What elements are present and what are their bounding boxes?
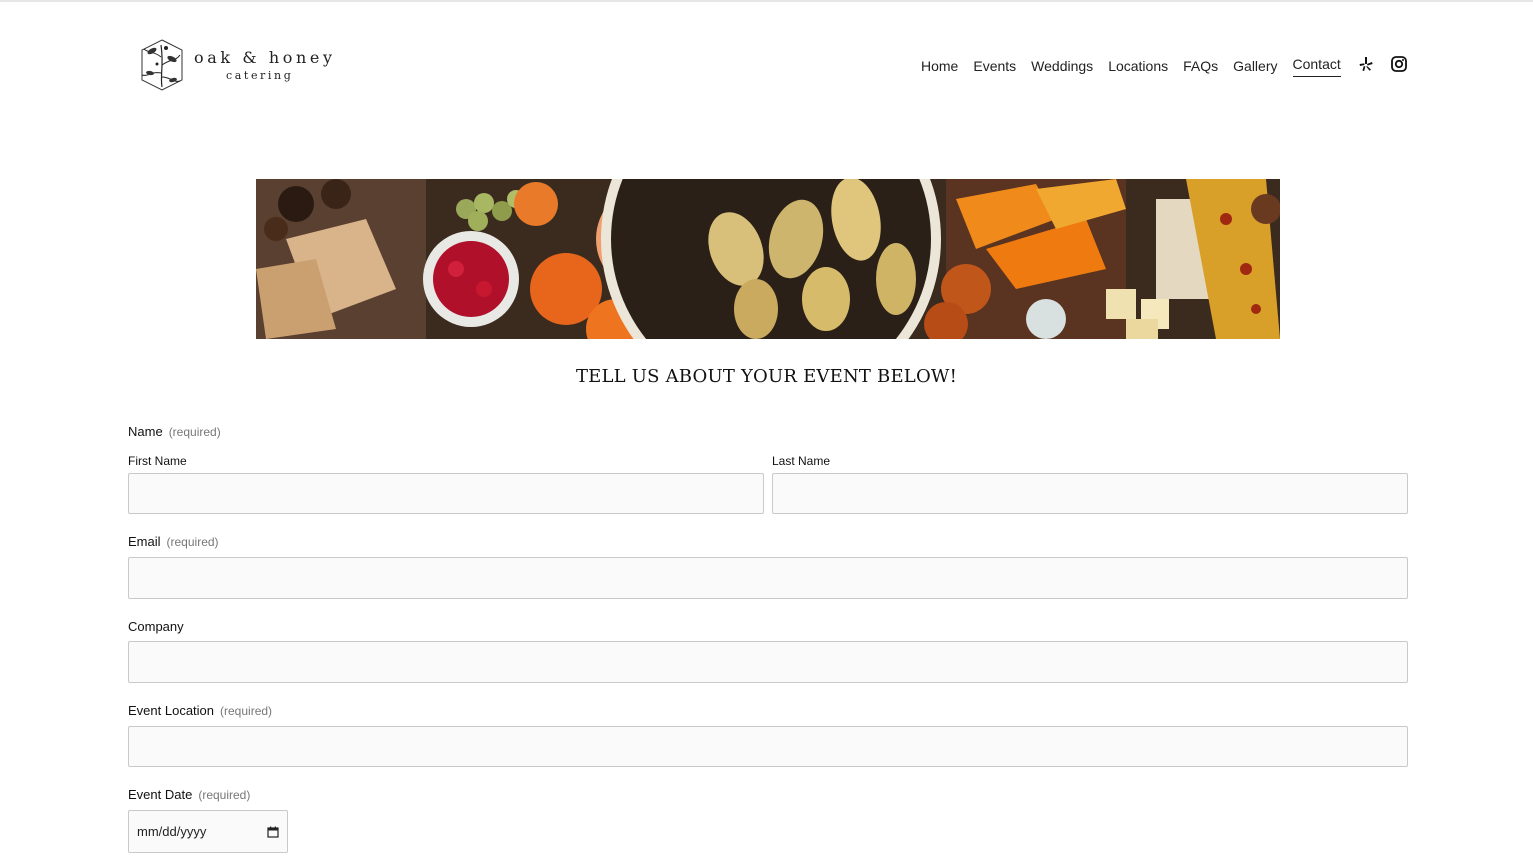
first-name-label: First Name: [128, 454, 187, 468]
last-name-label: Last Name: [772, 454, 831, 468]
event-location-label: Event Location (required): [128, 703, 272, 718]
social-links: [1357, 55, 1423, 73]
event-date-label: Event Date (required): [128, 787, 250, 802]
brand-subtitle: catering: [226, 68, 294, 82]
email-label-text: Email: [128, 534, 161, 549]
top-border: [0, 0, 1533, 2]
brand-logo[interactable]: oak & honey catering: [138, 36, 336, 94]
brand-name: oak & honey: [194, 47, 336, 67]
company-input[interactable]: [128, 641, 1408, 683]
nav-locations[interactable]: Locations: [1108, 57, 1168, 75]
email-label: Email (required): [128, 534, 219, 549]
nav-faqs[interactable]: FAQs: [1183, 57, 1218, 75]
required-note: (required): [166, 535, 219, 549]
last-name-input[interactable]: [772, 473, 1408, 514]
name-label: Name (required): [128, 424, 221, 439]
nav-contact[interactable]: Contact: [1292, 55, 1341, 77]
yelp-icon[interactable]: [1357, 55, 1375, 73]
required-note: (required): [168, 425, 221, 439]
date-placeholder: mm/dd/yyyy: [137, 824, 207, 839]
required-note: (required): [198, 788, 251, 802]
main-nav: Home Events Weddings Locations FAQs Gall…: [921, 55, 1356, 77]
event-date-label-text: Event Date: [128, 787, 193, 802]
email-input[interactable]: [128, 557, 1408, 599]
event-location-input[interactable]: [128, 726, 1408, 767]
name-label-text: Name: [128, 424, 163, 439]
nav-gallery[interactable]: Gallery: [1233, 57, 1277, 75]
calendar-icon[interactable]: [267, 826, 279, 838]
event-date-input[interactable]: mm/dd/yyyy: [128, 810, 288, 853]
event-location-label-text: Event Location: [128, 703, 215, 718]
food-banner-image: [256, 179, 1280, 339]
company-label: Company: [128, 619, 184, 634]
nav-events[interactable]: Events: [973, 57, 1016, 75]
nav-weddings[interactable]: Weddings: [1031, 57, 1093, 75]
page-heading: TELL US ABOUT YOUR EVENT BELOW!: [575, 366, 958, 387]
botanical-logo-icon: [141, 39, 183, 91]
first-name-input[interactable]: [128, 473, 764, 514]
instagram-icon[interactable]: [1390, 55, 1408, 73]
nav-home[interactable]: Home: [921, 57, 958, 75]
required-note: (required): [220, 704, 273, 718]
